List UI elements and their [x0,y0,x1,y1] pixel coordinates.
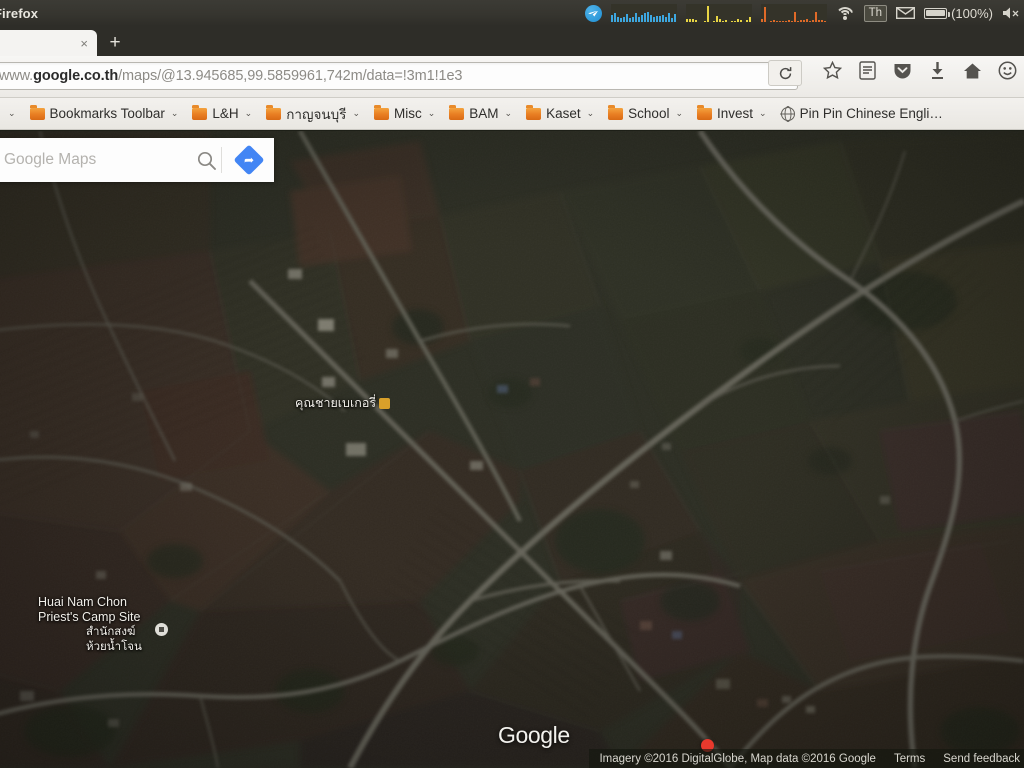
folder-icon [266,105,282,120]
mail-icon[interactable] [896,0,916,26]
battery-indicator[interactable]: (100%) [924,0,993,26]
reload-button[interactable] [768,60,802,86]
bookmark-item-kanchanaburi[interactable]: กาญจนบุรี ⌄ [259,101,367,127]
navbar-icons [822,60,1018,81]
directions-button[interactable]: ➦ [224,144,274,176]
app-title: Firefox [0,5,39,21]
map-attribution: Imagery ©2016 DigitalGlobe, Map data ©20… [589,749,1024,768]
search-icon[interactable] [193,151,219,170]
url-domain: google.co.th [33,68,119,84]
chevron-down-icon: ⌄ [759,108,767,118]
bookmarks-overflow[interactable]: ⌄ [0,101,23,127]
chevron-down-icon: ⌄ [427,108,436,118]
url-text: //www.google.co.th/maps/@13.945685,99.58… [0,68,462,84]
browser-tab[interactable]: s × [0,30,97,56]
cpu-monitor-graph[interactable] [685,0,752,26]
reader-view-icon[interactable] [857,60,878,81]
keyboard-layout-label: Th [863,4,888,22]
system-panel: Firefox Th (100%) [0,0,1024,26]
bookmark-label: Bookmarks Toolbar [49,106,165,121]
bookmark-item-lh[interactable]: L&H ⌄ [185,101,259,127]
folder-icon [697,105,712,120]
send-feedback-link[interactable]: Send feedback [943,753,1020,765]
bookmark-label: กาญจนบุรี [286,106,347,122]
chevron-down-icon: ⌄ [8,108,16,118]
globe-icon [780,106,795,121]
url-path: /maps/@13.945685,99.5859961,742m/data=!3… [118,68,463,84]
volume-muted-icon[interactable] [1002,0,1020,26]
map-canvas[interactable]: คุณชายเบเกอรี่ Huai Nam Chon Priest's Ca… [0,131,1024,768]
address-bar[interactable]: //www.google.co.th/maps/@13.945685,99.58… [0,62,798,90]
bookmark-label: Pin Pin Chinese Engli… [799,106,943,121]
home-icon[interactable] [962,60,983,81]
close-icon[interactable]: × [80,37,88,50]
network-monitor-graph[interactable] [610,0,677,26]
maps-search-box[interactable]: Google Maps ➦ [0,138,274,182]
search-input[interactable]: Google Maps [0,151,193,169]
bookmark-item-invest[interactable]: Invest ⌄ [690,101,774,127]
bookmark-item-kaset[interactable]: Kaset ⌄ [519,101,601,127]
bookmarks-toolbar: ⌄ Bookmarks Toolbar ⌄ L&H ⌄ กาญจนบุรี ⌄ … [0,98,1024,130]
bookmark-label: L&H [212,106,239,121]
battery-label: (100%) [951,5,993,21]
directions-glyph: ➦ [243,153,255,167]
search-divider [221,147,222,173]
pocket-icon[interactable] [892,60,913,81]
directions-icon: ➦ [233,144,265,176]
downloads-icon[interactable] [927,60,948,81]
chevron-down-icon: ⌄ [504,108,513,118]
terms-link[interactable]: Terms [894,753,925,765]
wifi-icon[interactable] [835,0,855,26]
google-watermark: Google [498,722,570,748]
bookmark-item-pin-pin-chinese[interactable]: Pin Pin Chinese Engli… [774,101,950,127]
battery-icon [924,7,951,19]
folder-icon [526,105,542,120]
chevron-down-icon: ⌄ [170,108,179,118]
browser-tabstrip: s × + [0,26,1024,56]
chevron-down-icon: ⌄ [244,108,253,118]
folder-icon [608,105,624,120]
bookmark-label: School [628,106,670,121]
chevron-down-icon: ⌄ [586,108,595,118]
bookmark-item-misc[interactable]: Misc ⌄ [367,101,442,127]
folder-icon [373,105,389,120]
bookmark-label: Invest [717,106,754,121]
telegram-icon[interactable] [584,0,602,26]
system-tray: Th (100%) [584,0,1024,26]
attribution-imagery: Imagery ©2016 DigitalGlobe, Map data ©20… [599,752,876,765]
bookmark-item-bookmarks-toolbar[interactable]: Bookmarks Toolbar ⌄ [23,101,186,127]
url-prefix: //www. [0,68,34,84]
folder-icon [192,105,208,120]
folder-icon [29,105,45,120]
bookmark-label: Misc [393,106,422,121]
bookmark-label: BAM [469,106,499,121]
new-tab-button[interactable]: + [105,33,125,54]
disk-monitor-graph[interactable] [760,0,827,26]
bookmark-label: Kaset [546,106,581,121]
screen: Firefox Th (100%) [0,0,1024,768]
bookmark-item-school[interactable]: School ⌄ [601,101,690,127]
satellite-imagery [0,131,1024,768]
chevron-down-icon: ⌄ [352,108,360,118]
bookmark-item-bam[interactable]: BAM ⌄ [442,101,519,127]
bookmark-star-icon[interactable] [822,60,843,81]
chevron-down-icon: ⌄ [675,108,683,118]
folder-icon [449,105,465,120]
keyboard-layout-indicator[interactable]: Th [863,0,888,26]
smiley-icon[interactable] [997,60,1018,81]
